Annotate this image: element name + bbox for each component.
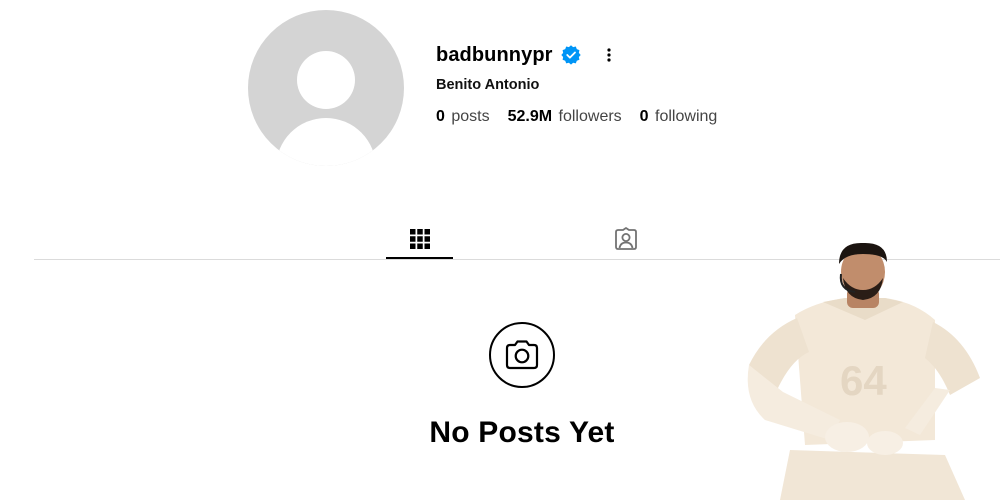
stat-posts-count: 0 [436, 108, 445, 125]
stat-posts-label: posts [451, 108, 490, 125]
tab-tagged[interactable] [592, 218, 659, 260]
profile-page: badbunnypr Benito Antonio 0 posts 52.9M … [0, 0, 1000, 500]
username-row: badbunnypr [436, 40, 617, 70]
tab-posts[interactable] [386, 218, 453, 260]
empty-state-camera [489, 322, 555, 388]
camera-icon [505, 340, 539, 370]
stat-following-count: 0 [639, 108, 649, 125]
stat-followers-label: followers [558, 108, 622, 125]
username: badbunnypr [436, 43, 553, 66]
full-name: Benito Antonio [436, 77, 540, 93]
stat-following-label: following [655, 108, 718, 125]
more-dots-icon [606, 48, 611, 62]
svg-text:64: 64 [840, 357, 887, 404]
more-options-button[interactable] [601, 45, 617, 65]
stat-following[interactable]: 0 following [640, 108, 718, 126]
grid-icon [409, 229, 430, 249]
active-tab-indicator [386, 257, 453, 259]
tagged-person-icon [614, 227, 637, 250]
stat-followers[interactable]: 52.9M followers [508, 108, 622, 126]
avatar-shoulders-shape [276, 118, 376, 166]
stat-followers-count: 52.9M [507, 108, 553, 125]
profile-stats: 0 posts 52.9M followers 0 following [436, 108, 735, 126]
stat-posts: 0 posts [436, 108, 490, 126]
person-cutout-figure: 64 [747, 242, 980, 500]
avatar-head-shape [297, 51, 355, 109]
verified-badge-icon [560, 45, 581, 65]
profile-avatar[interactable] [248, 10, 404, 166]
